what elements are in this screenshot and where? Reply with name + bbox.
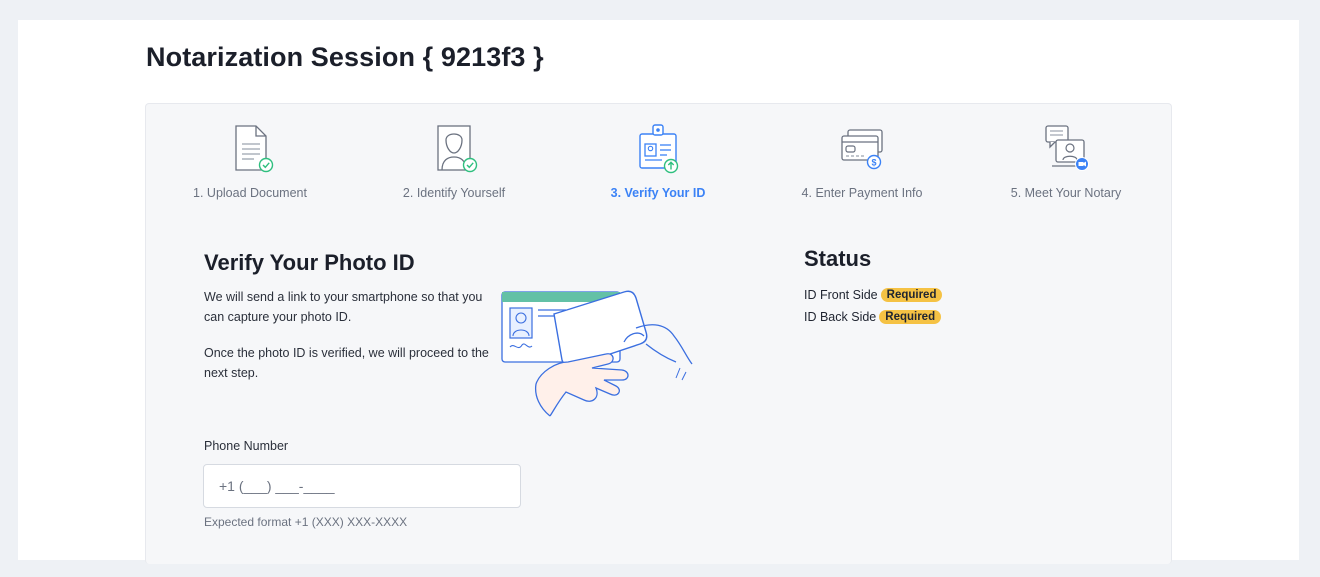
id-card-hand-illustration [496,284,706,424]
page-container: Notarization Session { 9213f3 } 1. Uploa… [18,20,1299,564]
portrait-check-icon [426,122,482,176]
session-panel: 1. Upload Document 2. Identify Yourself [145,103,1172,564]
step-label: 1. Upload Document [193,186,307,200]
progress-steps: 1. Upload Document 2. Identify Yourself [146,104,1171,214]
status-id-front-side: ID Front Side Required [804,288,943,302]
status-item-label: ID Back Side [804,310,877,324]
required-badge: Required [880,288,943,302]
status-id-back-side: ID Back Side Required [804,310,942,324]
step-enter-payment-info[interactable]: $ 4. Enter Payment Info [772,122,952,200]
svg-text:$: $ [871,158,876,168]
verify-next-step-note: Once the photo ID is verified, we will p… [204,346,489,380]
credit-card-dollar-icon: $ [834,122,890,176]
verify-photo-id-heading: Verify Your Photo ID [204,250,415,275]
required-badge: Required [879,310,942,324]
phone-format-hint: Expected format +1 (XXX) XXX-XXXX [204,515,408,529]
step-label: 2. Identify Yourself [402,186,506,200]
id-badge-upload-icon [630,122,686,176]
step-label: 5. Meet Your Notary [1010,186,1122,200]
document-check-icon [222,122,278,176]
verify-instructions: We will send a link to your smartphone s… [204,290,483,324]
page-title: Notarization Session { 9213f3 } [146,42,544,72]
phone-number-input[interactable] [203,464,521,508]
step-meet-your-notary[interactable]: 5. Meet Your Notary [976,122,1156,200]
notary-video-icon [1038,122,1094,176]
step-upload-document[interactable]: 1. Upload Document [160,122,340,200]
step-verify-your-id[interactable]: 3. Verify Your ID [568,122,748,200]
step-label: 4. Enter Payment Info [801,186,923,200]
status-heading: Status [804,246,872,271]
status-item-label: ID Front Side [804,288,878,302]
step-label: 3. Verify Your ID [610,186,706,200]
step-identify-yourself[interactable]: 2. Identify Yourself [364,122,544,200]
phone-number-label: Phone Number [204,439,289,453]
